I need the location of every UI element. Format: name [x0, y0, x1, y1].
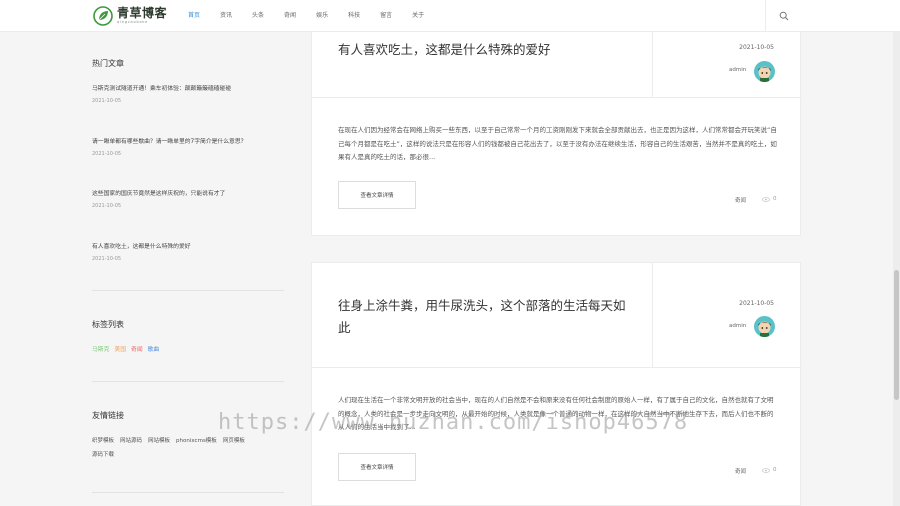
post-category[interactable]: 奇闻: [735, 467, 746, 475]
post-title[interactable]: 往身上涂牛粪，用牛尿洗头，这个部落的生活每天如此: [338, 295, 628, 339]
hot-articles-title: 热门文章: [92, 59, 124, 68]
sidebar-divider: [92, 290, 284, 291]
friend-link[interactable]: 网站模板: [148, 438, 170, 444]
nav-item-about[interactable]: 关于: [402, 0, 434, 32]
post-title[interactable]: 有人喜欢吃土，这都是什么特殊的爱好: [338, 39, 628, 61]
card-divider: [312, 367, 802, 368]
nav-item-news[interactable]: 资讯: [210, 0, 242, 32]
friend-link[interactable]: 网页模板: [223, 438, 245, 444]
card-divider: [652, 263, 653, 367]
tags-title: 标签列表: [92, 320, 124, 329]
friend-link[interactable]: 网站源码: [120, 438, 142, 444]
post-date: 2021-10-05: [739, 300, 774, 307]
links-title: 友情链接: [92, 411, 124, 420]
search-icon: [779, 11, 788, 21]
post-category[interactable]: 奇闻: [735, 196, 746, 204]
search-button[interactable]: [765, 0, 801, 32]
post-views: 0: [762, 196, 777, 202]
watermark: https://www.huzhan.com/ishop46578: [218, 410, 689, 435]
post-date: 2021-10-05: [739, 44, 774, 51]
hot-article-date: 2021-10-05: [92, 151, 122, 157]
main-nav: 首页 资讯 头条 奇闻 娱乐 科技 留言 关于: [178, 0, 434, 32]
post-views: 0: [762, 467, 777, 473]
hot-article-date: 2021-10-05: [92, 203, 122, 209]
logo-title: 青草博客: [117, 6, 168, 21]
hot-article-link[interactable]: 这些国家的国庆节竟然是这样庆祝的，只能说有才了: [92, 188, 225, 197]
nav-item-headlines[interactable]: 头条: [242, 0, 274, 32]
logo-subtitle: qingcaoboke: [117, 20, 149, 25]
nav-item-oddities[interactable]: 奇闻: [274, 0, 306, 32]
read-more-button[interactable]: 查看文章详情: [338, 181, 416, 209]
nav-item-guestbook[interactable]: 留言: [370, 0, 402, 32]
view-count: 0: [773, 196, 777, 202]
tag-oddities[interactable]: 奇闻: [131, 344, 143, 353]
post-excerpt: 在现在人们因为经常会在网络上购买一些东西，以至于自己常常一个月的工资刚刚发下来就…: [338, 126, 777, 161]
author-avatar[interactable]: [754, 61, 775, 82]
tag-usa[interactable]: 美国: [114, 344, 126, 353]
site-logo[interactable]: 青草博客 qingcaoboke: [93, 6, 167, 26]
post-author[interactable]: admin: [729, 323, 746, 329]
friend-links: 织梦模板 网站源码 网站模板 phonixcms模板 网页模板 源码下载: [92, 434, 272, 462]
tag-list: 马斯克 美国 奇闻 歌曲: [92, 344, 159, 353]
sidebar-divider: [92, 381, 284, 382]
post-author[interactable]: admin: [729, 67, 746, 73]
friend-link[interactable]: 织梦模板: [92, 438, 114, 444]
view-count: 0: [773, 467, 777, 473]
post-card: 有人喜欢吃土，这都是什么特殊的爱好 2021-10-05 admin 在现在人们…: [311, 20, 802, 236]
post-card: 往身上涂牛粪，用牛尿洗头，这个部落的生活每天如此 2021-10-05 admi…: [311, 262, 802, 506]
friend-link[interactable]: 源码下载: [92, 452, 114, 458]
author-avatar[interactable]: [754, 316, 775, 337]
tag-musk[interactable]: 马斯克: [92, 344, 109, 353]
eye-icon: [762, 196, 770, 202]
scrollbar-thumb[interactable]: [894, 270, 899, 400]
hot-article-date: 2021-10-05: [92, 256, 122, 262]
sidebar-divider: [92, 492, 284, 493]
tag-songs[interactable]: 歌曲: [148, 344, 160, 353]
top-header: 青草博客 qingcaoboke 首页 资讯 头条 奇闻 娱乐 科技 留言 关于: [0, 0, 900, 32]
friend-link[interactable]: phonixcms模板: [176, 438, 217, 444]
read-more-button[interactable]: 查看文章详情: [338, 453, 416, 481]
nav-item-tech[interactable]: 科技: [338, 0, 370, 32]
nav-item-home[interactable]: 首页: [178, 0, 210, 32]
card-divider: [652, 21, 653, 97]
page-scrollbar[interactable]: [893, 0, 900, 506]
nav-item-entertainment[interactable]: 娱乐: [306, 0, 338, 32]
hot-article-link[interactable]: 有人喜欢吃土，这都是什么特殊的爱好: [92, 241, 191, 250]
card-divider: [312, 97, 802, 98]
hot-article-date: 2021-10-05: [92, 98, 122, 104]
hot-article-link[interactable]: 马斯克测试隧道开通！乘车初体验：颠颠簸簸磕磕碰碰: [92, 83, 231, 92]
eye-icon: [762, 467, 770, 473]
hot-article-link[interactable]: 请一瞅单都有哪些歇曲？请一瞅单里的7字简介是什么意思？: [92, 136, 246, 145]
leaf-logo-icon: [93, 6, 113, 26]
